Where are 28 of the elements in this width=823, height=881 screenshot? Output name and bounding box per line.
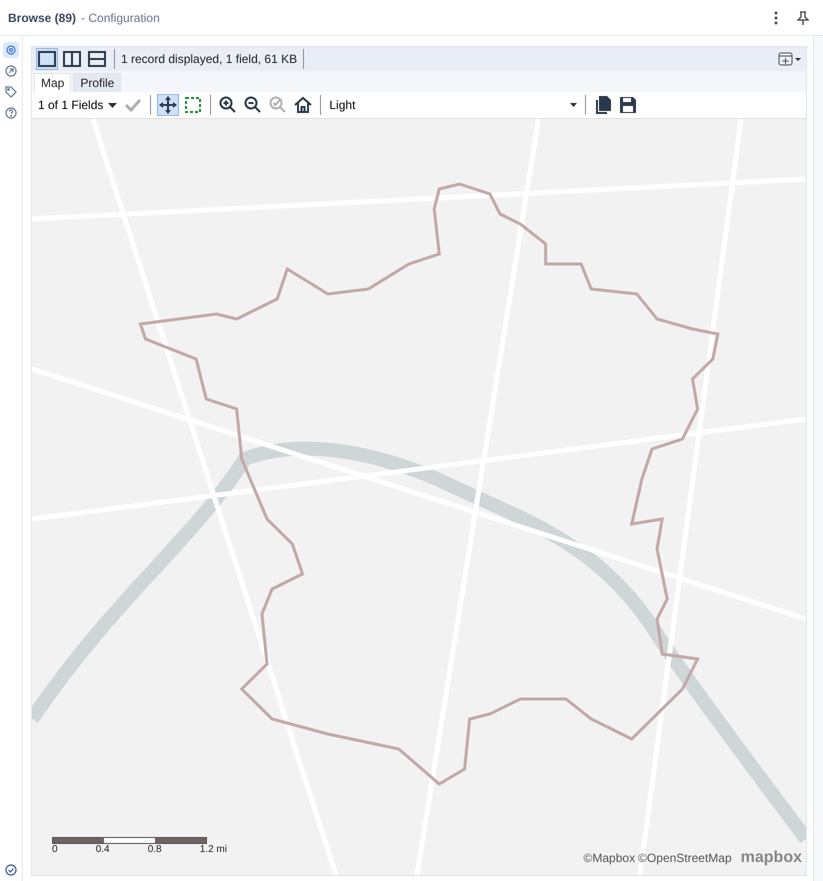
help-icon[interactable] xyxy=(3,105,19,121)
map-view[interactable]: 0 0.4 0.8 1.2 mi ©Mapbox ©OpenStreetMap mapbox xyxy=(32,119,806,875)
tab[interactable]: Map xyxy=(34,73,72,92)
check-circle-icon[interactable] xyxy=(5,864,17,876)
layout-button[interactable] xyxy=(36,48,58,70)
scale-label: 0.8 xyxy=(148,844,162,855)
scale-label: 0 xyxy=(52,844,58,855)
attribution-link[interactable]: ©Mapbox xyxy=(584,851,636,865)
attribution-link[interactable]: ©OpenStreetMap xyxy=(638,851,732,865)
layout-button[interactable] xyxy=(61,48,83,70)
layout-button[interactable] xyxy=(86,48,108,70)
scale-label: 0.4 xyxy=(96,844,110,855)
caret-icon xyxy=(570,103,578,107)
add-panel-dropdown-icon[interactable] xyxy=(778,52,802,66)
base-map-dropdown[interactable]: Light xyxy=(327,95,580,115)
field-dropdown[interactable]: 1 of 1 Fields xyxy=(36,98,120,112)
scale-label: 1.2 mi xyxy=(200,844,227,855)
pan-icon[interactable] xyxy=(157,94,180,116)
caret-icon xyxy=(108,102,118,108)
pin-icon[interactable] xyxy=(797,10,809,24)
panel-subtitle: - Configuration xyxy=(81,10,160,24)
home-icon[interactable] xyxy=(292,94,314,116)
tab[interactable]: Profile xyxy=(73,73,122,92)
more-icon[interactable] xyxy=(774,10,778,24)
tag-icon[interactable] xyxy=(3,84,19,100)
panel-title: Browse (89) xyxy=(8,10,76,24)
record-status: 1 record displayed, 1 field, 61 KB xyxy=(121,52,298,66)
map-logo: mapbox xyxy=(740,849,802,867)
